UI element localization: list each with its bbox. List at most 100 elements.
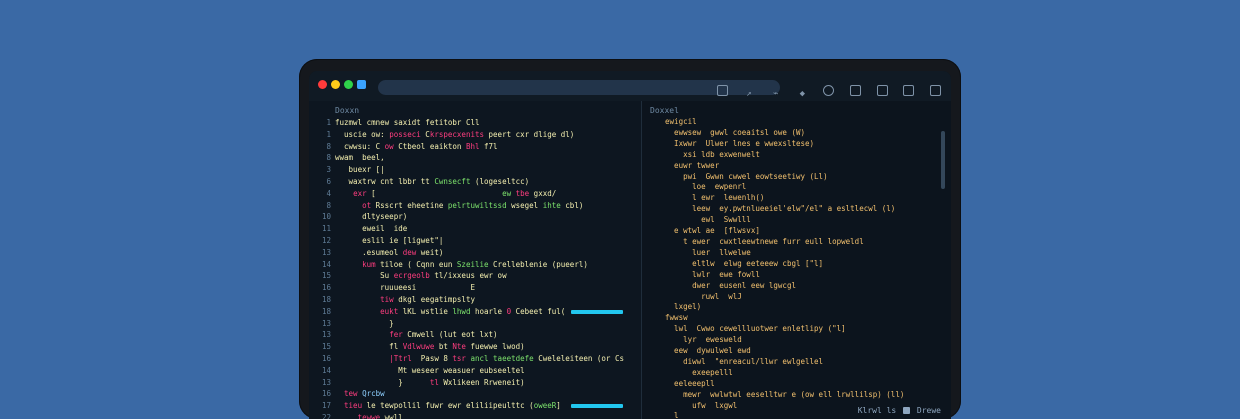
code-token: Rsscrt eheetine bbox=[371, 200, 448, 210]
code-token: dkgl eegatimpslty bbox=[393, 294, 475, 304]
line-number: 13 bbox=[321, 247, 331, 257]
code-token: ( bbox=[524, 401, 534, 411]
line-number: 18 bbox=[321, 294, 331, 304]
branch-icon[interactable]: ↗ bbox=[744, 89, 755, 100]
code-token: [ bbox=[366, 188, 503, 198]
code-line: tew Qrcbw bbox=[335, 388, 641, 400]
code-line: fl Vdlwuwe bt Nte fuewwe lwod) bbox=[335, 341, 641, 353]
line-number: 13 bbox=[321, 330, 331, 340]
code-token: eweil ide bbox=[335, 224, 408, 234]
maximize-window-button[interactable] bbox=[344, 80, 353, 89]
output-title: Doxxel bbox=[650, 106, 679, 115]
code-token: C bbox=[420, 129, 430, 139]
output-scrollbar[interactable] bbox=[941, 131, 945, 189]
output-line: lwl Cwwo cewellluotwer enletlipy ("l] bbox=[656, 324, 846, 334]
code-token: Cwnsecft bbox=[434, 176, 471, 186]
line-number: 6 bbox=[326, 176, 331, 186]
code-token: lKL wstlie bbox=[398, 306, 453, 316]
code-line: } tl Wxlikeen Rrweneit) bbox=[335, 377, 641, 389]
output-line: exeepelll bbox=[656, 367, 733, 377]
code-line: .esumeol dew weit) bbox=[335, 247, 641, 259]
status-right: Drewe bbox=[916, 406, 941, 415]
code-token: ] bbox=[556, 401, 561, 411]
output-line: ruwl wlJ bbox=[656, 291, 742, 301]
output-line: loe ewpenrl bbox=[656, 182, 747, 192]
code-line: wwam beel, bbox=[335, 152, 641, 164]
code-token: tew bbox=[344, 389, 358, 399]
code-token: tl bbox=[429, 377, 439, 387]
close-window-button[interactable] bbox=[318, 80, 327, 89]
code-token: Ctbeol eaikton bbox=[393, 141, 466, 151]
line-number: 8 bbox=[326, 141, 331, 151]
code-token: Szeilie bbox=[456, 259, 489, 269]
code-token: wwll bbox=[380, 412, 403, 419]
code-token: Cebeet ful( bbox=[511, 306, 566, 316]
output-line: fwwsw bbox=[656, 313, 688, 323]
code-token: Cqnn bbox=[416, 259, 435, 269]
code-token: Cmwell (lut eot lxt) bbox=[402, 330, 498, 340]
code-line: Mt weseer weasuer eubseeltel bbox=[335, 365, 641, 377]
output-line: eltlw elwg eeteeew cbgl ["l] bbox=[656, 258, 824, 268]
code-line: ruuueesi E bbox=[335, 282, 641, 294]
line-number: 1 bbox=[326, 118, 331, 127]
selection-highlight bbox=[571, 309, 623, 314]
code-area[interactable]: fuzmwl cmnew saxidt fetitobr Cll uscie o… bbox=[335, 117, 641, 419]
line-number: 13 bbox=[321, 377, 331, 387]
code-token: dltyseepr) bbox=[335, 212, 408, 222]
circle-icon[interactable] bbox=[823, 85, 835, 96]
laptop-frame: ↗ ⌁ ◆ Doxxn 1 1 8 8 3 6 4 8 10 11 12 13 14 15 16 18 18 13… bbox=[299, 59, 961, 419]
panel-icon[interactable] bbox=[716, 85, 728, 96]
code-line: fer Cmwell (lut eot lxt) bbox=[335, 329, 641, 341]
line-number: 14 bbox=[321, 259, 331, 269]
code-token: ot bbox=[362, 200, 372, 210]
code-token: Qrcbw bbox=[362, 389, 385, 399]
code-line: eukt lKL wstlie lhwd hoarle 0 Cebeet ful… bbox=[335, 306, 641, 318]
title-bar: ↗ ⌁ ◆ bbox=[309, 71, 951, 101]
code-token: tsr bbox=[452, 353, 466, 363]
code-token: ecrgeolb bbox=[393, 271, 430, 281]
output-line: euwr twwer bbox=[656, 160, 720, 170]
code-token: ancl taeetdefe bbox=[470, 353, 534, 363]
minimize-window-button[interactable] bbox=[331, 80, 340, 89]
output-text: ewigcil ewwsew gwwl coeaitsl owe (W) Ixw… bbox=[656, 117, 931, 419]
line-number: 8 bbox=[326, 200, 331, 210]
tag-icon[interactable]: ◆ bbox=[797, 89, 808, 100]
code-token: hoarle bbox=[470, 306, 507, 316]
output-line: eeleeepll bbox=[656, 378, 715, 388]
code-token: ewr bbox=[443, 401, 466, 411]
code-editor-pane[interactable]: Doxxn 1 1 8 8 3 6 4 8 10 11 12 13 14 15 16 18 18 13 13 15 16… bbox=[309, 101, 641, 419]
code-token: tewwe bbox=[357, 412, 381, 419]
code-token: eliliipeulttc bbox=[465, 401, 525, 411]
file-icon[interactable] bbox=[876, 85, 888, 96]
grid-icon[interactable] bbox=[903, 85, 915, 96]
box-icon[interactable] bbox=[930, 85, 941, 96]
code-line: ot Rsscrt eheetine pelrtuwiltssd wsegel … bbox=[335, 200, 641, 212]
app-icon bbox=[357, 80, 366, 89]
output-line: t ewer cwxtleewtnewe furr eull lopweldl bbox=[656, 236, 864, 246]
doc-icon[interactable] bbox=[850, 85, 862, 96]
screen: ↗ ⌁ ◆ Doxxn 1 1 8 8 3 6 4 8 10 11 12 13 14 15 16 18 18 13… bbox=[309, 71, 951, 419]
line-number: 22 bbox=[321, 412, 331, 419]
code-line: tieu le tewpollil fuwr ewr eliliipeulttc… bbox=[335, 400, 641, 412]
code-token: ruuueesi E bbox=[335, 283, 475, 293]
code-line: tewwe wwll bbox=[335, 412, 641, 419]
output-line: luer llwelwe bbox=[656, 247, 751, 257]
code-token: Mt weseer weasuer eubseeltel bbox=[335, 365, 525, 375]
code-token: fuewwe lwod) bbox=[465, 342, 525, 352]
link-icon[interactable]: ⌁ bbox=[770, 89, 781, 100]
output-line: l ewr lewenlh() bbox=[656, 193, 765, 203]
line-number: 3 bbox=[326, 165, 331, 175]
code-token: ew bbox=[502, 188, 512, 198]
code-line: |Ttrl Pasw 8 tsr ancl taeetdefe Cwelelei… bbox=[335, 353, 641, 365]
output-pane[interactable]: Doxxel ewigcil ewwsew gwwl coeaitsl owe … bbox=[642, 101, 951, 419]
line-number: 18 bbox=[321, 306, 331, 316]
output-line: dwer eusenl eew lgwcgl bbox=[656, 280, 796, 290]
code-token: } bbox=[335, 377, 430, 387]
code-token: le bbox=[362, 401, 381, 411]
